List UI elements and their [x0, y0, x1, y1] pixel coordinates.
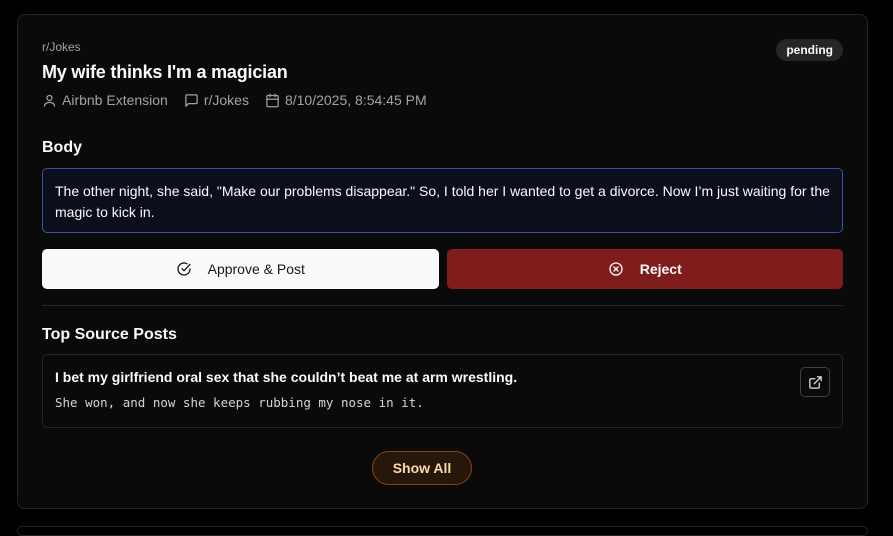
open-source-button[interactable]: [800, 367, 830, 397]
action-buttons: Approve & Post Reject: [42, 249, 843, 289]
reject-button[interactable]: Reject: [446, 249, 843, 289]
status-badge: pending: [776, 39, 843, 61]
post-review-card: r/Jokes pending My wife thinks I'm a mag…: [17, 14, 868, 509]
check-circle-icon: [176, 262, 191, 276]
x-circle-icon: [609, 262, 623, 276]
post-title: My wife thinks I'm a magician: [42, 62, 288, 82]
message-square-icon: [185, 93, 198, 107]
external-link-icon: [808, 375, 822, 389]
meta-community-text: r/Jokes: [203, 92, 249, 108]
meta-author-text: Airbnb Extension: [62, 92, 168, 108]
meta-date: 8/10/2025, 8:54:45 PM: [265, 92, 427, 108]
source-post-text: She won, and now she keeps rubbing my no…: [55, 395, 424, 410]
show-all-button[interactable]: Show All: [372, 451, 472, 485]
source-post-title: I bet my girlfriend oral sex that she co…: [55, 369, 518, 385]
source-post-card: I bet my girlfriend oral sex that she co…: [42, 354, 843, 428]
body-text-box[interactable]: The other night, she said, "Make our pro…: [42, 168, 843, 233]
meta-community: r/Jokes: [184, 92, 249, 108]
body-label: Body: [42, 139, 82, 156]
post-meta: Airbnb Extension r/Jokes 8/10/2025, 8:54…: [42, 92, 443, 108]
approve-post-button[interactable]: Approve & Post: [42, 249, 439, 289]
calendar-icon: [266, 93, 279, 107]
top-source-posts-label: Top Source Posts: [42, 326, 177, 343]
reject-label: Reject: [639, 261, 682, 277]
user-icon: [43, 94, 56, 107]
card-content: r/Jokes pending My wife thinks I'm a mag…: [42, 15, 843, 508]
approve-label: Approve & Post: [207, 261, 305, 277]
subreddit-label: r/Jokes: [42, 40, 81, 54]
next-card-edge: [17, 526, 868, 536]
section-divider: [42, 305, 843, 306]
meta-date-text: 8/10/2025, 8:54:45 PM: [284, 92, 427, 108]
meta-author: Airbnb Extension: [42, 92, 168, 108]
